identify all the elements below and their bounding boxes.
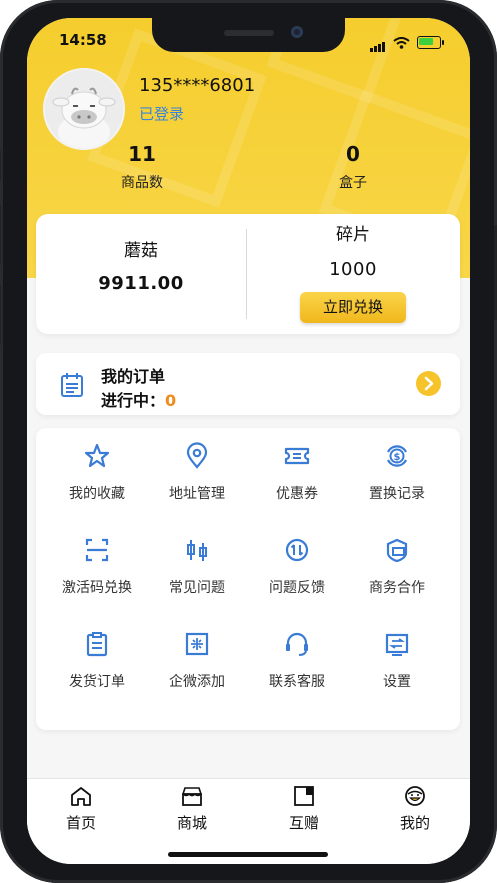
menu-item-wecom[interactable]: 企微添加 (144, 630, 250, 691)
menu-item-exchange-records[interactable]: $ 置换记录 (344, 442, 450, 503)
feedback-icon (285, 538, 309, 562)
tab-store[interactable]: 商城 (152, 785, 232, 833)
orders-progress-label: 进行中： (101, 391, 166, 410)
product-count-stat[interactable]: 11 商品数 (112, 142, 172, 192)
profile-face-icon (405, 786, 425, 806)
mushroom-balance: 蘑菇 9911.00 (76, 236, 206, 294)
menu-label: 联系客服 (269, 674, 325, 690)
status-time: 14:58 (59, 31, 107, 49)
orders-arrow-icon[interactable] (416, 371, 441, 396)
settings-icon (385, 633, 409, 656)
box-count-value: 0 (346, 142, 360, 166)
menu-label: 我的收藏 (69, 486, 125, 502)
order-list-icon (61, 373, 83, 397)
fragment-value: 1000 (329, 259, 377, 280)
menu-item-coupons[interactable]: 优惠券 (244, 442, 350, 503)
headset-icon (286, 632, 308, 656)
home-indicator[interactable] (168, 852, 328, 857)
menu-label: 常见问题 (169, 580, 225, 596)
orders-progress: 进行中：0 (101, 387, 176, 411)
star-icon (84, 443, 110, 468)
product-count-value: 11 (128, 142, 156, 166)
location-pin-icon (186, 442, 208, 469)
menu-label: 地址管理 (169, 486, 225, 502)
user-phone: 135****6801 (139, 75, 256, 96)
app-screen: 14:58 135****6801 已登录 11 商品数 0 盒子 蘑菇 991… (27, 18, 470, 864)
orders-title: 我的订单 (101, 367, 166, 386)
fragment-title: 碎片 (336, 225, 370, 245)
menu-label: 激活码兑换 (62, 580, 132, 596)
menu-item-shipping-orders[interactable]: 发货订单 (44, 630, 150, 691)
tab-gift-exchange[interactable]: 互赠 (264, 785, 344, 833)
menu-label: 企微添加 (169, 674, 225, 690)
orders-progress-count: 0 (165, 391, 177, 410)
tab-label: 我的 (399, 814, 430, 832)
tab-label: 首页 (65, 814, 96, 832)
avatar[interactable] (43, 68, 125, 150)
menu-item-favorites[interactable]: 我的收藏 (44, 442, 150, 503)
mushroom-value: 9911.00 (98, 273, 184, 294)
tab-label: 互赠 (288, 814, 319, 832)
menu-item-settings[interactable]: 设置 (344, 630, 450, 691)
menu-label: 问题反馈 (269, 580, 325, 596)
scan-code-icon (85, 538, 109, 562)
menu-label: 发货订单 (69, 674, 125, 690)
faq-icon (187, 540, 207, 561)
menu-item-business[interactable]: 商务合作 (344, 536, 450, 597)
service-menu-grid: 我的收藏 地址管理 优惠券 $ 置换记录 激活码兑换 常见问题 问题反馈 商务合… (36, 428, 460, 730)
exchange-record-icon: $ (387, 445, 407, 467)
business-icon (386, 538, 408, 563)
signal-icon (370, 33, 386, 52)
phone-frame: 14:58 135****6801 已登录 11 商品数 0 盒子 蘑菇 991… (0, 0, 497, 883)
product-count-label: 商品数 (121, 175, 163, 191)
my-orders-row[interactable]: 我的订单 进行中：0 (36, 353, 460, 415)
gift-exchange-icon (294, 786, 314, 806)
exchange-now-button[interactable]: 立即兑换 (300, 292, 406, 323)
coupon-icon (284, 447, 310, 465)
menu-label: 商务合作 (369, 580, 425, 596)
wecom-icon (185, 632, 209, 656)
store-icon (182, 787, 202, 806)
tab-profile[interactable]: 我的 (375, 785, 455, 833)
menu-label: 设置 (383, 674, 411, 690)
cow-avatar-icon (45, 70, 123, 148)
box-count-label: 盒子 (339, 175, 367, 191)
wallet-divider (246, 229, 247, 319)
status-icons (370, 33, 444, 52)
battery-icon (417, 36, 444, 49)
menu-label: 优惠券 (276, 486, 318, 502)
menu-item-feedback[interactable]: 问题反馈 (244, 536, 350, 597)
menu-item-customer-service[interactable]: 联系客服 (244, 630, 350, 691)
home-icon (71, 787, 91, 806)
menu-label: 置换记录 (369, 486, 425, 502)
menu-item-faq[interactable]: 常见问题 (144, 536, 250, 597)
wallet-card: 蘑菇 9911.00 碎片 1000 立即兑换 (36, 214, 460, 334)
login-status: 已登录 (139, 105, 185, 123)
tab-label: 商城 (176, 814, 207, 832)
box-count-stat[interactable]: 0 盒子 (323, 142, 383, 192)
menu-item-address[interactable]: 地址管理 (144, 442, 250, 503)
fragment-balance: 碎片 1000 (288, 220, 418, 280)
notch (152, 18, 345, 52)
mushroom-title: 蘑菇 (124, 241, 158, 261)
svg-text:$: $ (394, 452, 401, 463)
wifi-icon (393, 36, 410, 49)
shipping-order-icon (86, 632, 108, 657)
menu-item-activation-code[interactable]: 激活码兑换 (44, 536, 150, 597)
tab-home[interactable]: 首页 (41, 785, 121, 833)
